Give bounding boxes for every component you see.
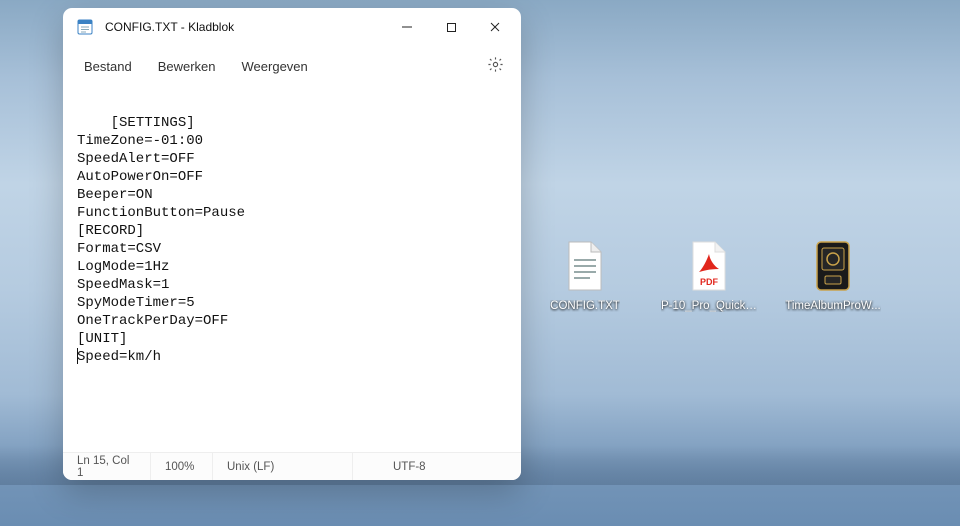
desktop-icon-label: TimeAlbumProW... <box>785 300 880 312</box>
titlebar[interactable]: CONFIG.TXT - Kladblok <box>63 8 521 46</box>
maximize-button[interactable] <box>429 12 473 42</box>
close-button[interactable] <box>473 12 517 42</box>
menu-file[interactable]: Bestand <box>71 51 145 82</box>
status-cursor-position: Ln 15, Col 1 <box>63 453 151 480</box>
desktop-icon-app[interactable]: TimeAlbumProW... <box>788 238 878 312</box>
txt-file-icon <box>559 238 611 294</box>
menu-edit[interactable]: Bewerken <box>145 51 229 82</box>
desktop-icons: CONFIG.TXT PDF P-10_Pro_Quickst... TimeA… <box>540 238 878 312</box>
menubar: Bestand Bewerken Weergeven <box>63 46 521 86</box>
desktop-icon-config-txt[interactable]: CONFIG.TXT <box>540 238 630 312</box>
statusbar: Ln 15, Col 1 100% Unix (LF) UTF-8 <box>63 452 521 480</box>
editor-content: [SETTINGS] TimeZone=-01:00 SpeedAlert=OF… <box>77 115 245 365</box>
settings-button[interactable] <box>477 51 513 81</box>
window-title: CONFIG.TXT - Kladblok <box>105 20 234 34</box>
notepad-window: CONFIG.TXT - Kladblok Bestand Bewerken W… <box>63 8 521 480</box>
desktop-icon-pdf[interactable]: PDF P-10_Pro_Quickst... <box>664 238 754 312</box>
status-line-ending[interactable]: Unix (LF) <box>213 453 353 480</box>
notepad-app-icon <box>77 19 93 35</box>
menu-view[interactable]: Weergeven <box>229 51 321 82</box>
device-app-icon <box>807 238 859 294</box>
svg-text:PDF: PDF <box>700 277 719 287</box>
status-zoom[interactable]: 100% <box>151 453 213 480</box>
desktop-icon-label: CONFIG.TXT <box>550 300 620 312</box>
minimize-button[interactable] <box>385 12 429 42</box>
gear-icon <box>487 56 504 76</box>
desktop-icon-label: P-10_Pro_Quickst... <box>661 300 757 312</box>
pdf-file-icon: PDF <box>683 238 735 294</box>
status-encoding[interactable]: UTF-8 <box>353 453 521 480</box>
text-caret <box>77 348 78 364</box>
text-editor[interactable]: [SETTINGS] TimeZone=-01:00 SpeedAlert=OF… <box>63 86 521 452</box>
